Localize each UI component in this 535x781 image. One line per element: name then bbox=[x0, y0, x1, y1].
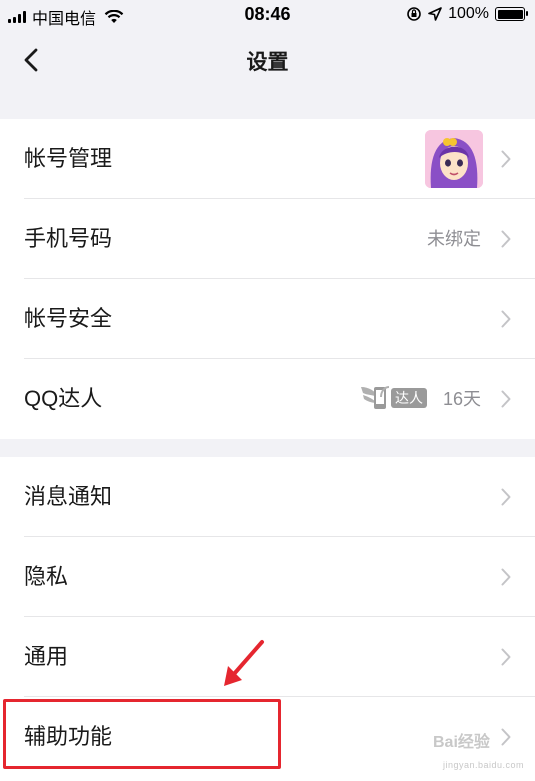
row-label: 手机号码 bbox=[24, 226, 113, 251]
row-label: 帐号安全 bbox=[24, 306, 113, 331]
watermark-sub: jingyan.baidu.com bbox=[443, 760, 525, 770]
daren-badge: 达人 bbox=[391, 388, 427, 408]
watermark-text: Bai经验 bbox=[433, 734, 490, 751]
chevron-right-icon bbox=[501, 568, 511, 586]
row-notifications[interactable]: 消息通知 bbox=[0, 457, 535, 537]
chevron-right-icon bbox=[501, 390, 511, 408]
status-bar: 中国电信 08:46 100% bbox=[0, 0, 535, 30]
chevron-right-icon bbox=[501, 230, 511, 248]
row-value: 未绑定 bbox=[427, 229, 481, 249]
row-qq-daren[interactable]: QQ达人 达人 16天 bbox=[0, 359, 535, 439]
orientation-lock-icon bbox=[407, 7, 421, 21]
chevron-right-icon bbox=[501, 310, 511, 328]
row-account-security[interactable]: 帐号安全 bbox=[0, 279, 535, 359]
row-label: 消息通知 bbox=[24, 484, 113, 509]
row-label: 帐号管理 bbox=[24, 146, 113, 171]
battery-icon bbox=[495, 7, 528, 21]
row-privacy[interactable]: 隐私 bbox=[0, 537, 535, 617]
avatar-image bbox=[425, 130, 483, 188]
page-title: 设置 bbox=[246, 51, 289, 74]
row-general[interactable]: 通用 bbox=[0, 617, 535, 697]
row-label: 隐私 bbox=[24, 564, 69, 589]
avatar bbox=[425, 130, 483, 188]
battery-percent: 100% bbox=[448, 5, 489, 22]
status-right: 100% bbox=[406, 5, 528, 23]
watermark-logo: Bai经验 jingyan.baidu.com bbox=[433, 728, 533, 774]
navigation-bar: 设置 bbox=[0, 30, 535, 90]
chevron-right-icon bbox=[501, 648, 511, 666]
row-label: QQ达人 bbox=[24, 386, 103, 411]
row-phone-number[interactable]: 手机号码 未绑定 bbox=[0, 199, 535, 279]
location-icon bbox=[428, 7, 442, 21]
row-account-management[interactable]: 帐号管理 bbox=[0, 119, 535, 199]
row-label: 通用 bbox=[24, 644, 69, 669]
chevron-right-icon bbox=[501, 150, 511, 168]
row-value: 16天 bbox=[442, 389, 481, 409]
chevron-right-icon bbox=[501, 488, 511, 506]
settings-group-account: 帐号管理 手机号码 未绑定 帐号安全 QQ达人 达人 16天 bbox=[0, 119, 535, 439]
row-label: 辅助功能 bbox=[24, 724, 113, 749]
